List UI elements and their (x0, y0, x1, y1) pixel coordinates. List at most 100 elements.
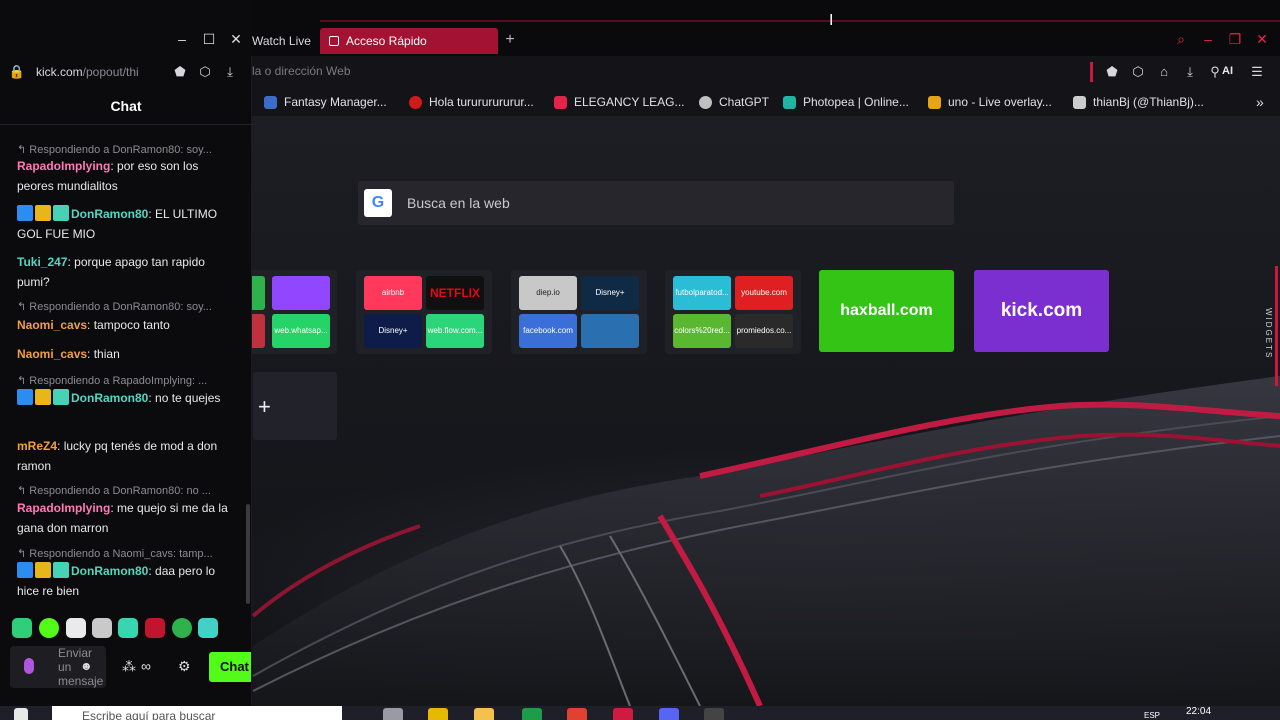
x-icon (1073, 96, 1086, 109)
new-tab-button[interactable]: + (502, 32, 518, 48)
gear-icon[interactable]: ⚙ (178, 658, 191, 675)
browser-icon[interactable] (613, 708, 633, 720)
taskbar-app-icon[interactable] (704, 708, 724, 720)
minimize-button[interactable]: – (1199, 30, 1217, 48)
emote-icon[interactable] (172, 618, 192, 638)
shield-icon[interactable]: ⬟ (1103, 64, 1121, 80)
chat-username[interactable]: RapadoImplying (17, 159, 110, 173)
extensions-icon[interactable]: ⬡ (1129, 64, 1147, 80)
close-button[interactable]: ✕ (227, 30, 245, 48)
close-button[interactable]: ✕ (1253, 30, 1271, 48)
plus-icon: + (258, 394, 271, 419)
bookmark-item[interactable]: thianBj (@ThianBj)... (1073, 95, 1204, 109)
more-bookmarks-icon[interactable]: » (1256, 94, 1264, 110)
widgets-toggle[interactable]: WIDGETS (1255, 308, 1273, 359)
moderator-badge-icon[interactable] (17, 562, 33, 578)
tab-acceso-rapido[interactable]: Acceso Rápido (320, 28, 498, 54)
download-icon[interactable]: ⤓ (1181, 64, 1199, 80)
emote-icon[interactable] (118, 618, 138, 638)
task-view-icon[interactable] (383, 708, 403, 720)
kick-dial[interactable]: kick.com (974, 270, 1109, 352)
reply-reference[interactable]: ↰ Respondiendo a DonRamon80: soy... (17, 300, 237, 313)
bookmark-item[interactable]: ChatGPT (699, 95, 769, 109)
restore-button[interactable]: ❐ (1226, 30, 1244, 48)
infinity-icon[interactable]: ∞ (141, 658, 151, 674)
crown-badge-icon[interactable] (35, 389, 51, 405)
send-chat-button[interactable]: Chat (209, 652, 251, 682)
language-indicator[interactable]: ESP (1144, 711, 1160, 720)
emote-bar (12, 618, 244, 640)
emote-icon[interactable] (66, 618, 86, 638)
emote-icon[interactable] (198, 618, 218, 638)
tab-watch-live[interactable]: Watch Live (242, 28, 312, 54)
extensions-icon[interactable]: ⬡ (196, 64, 214, 80)
separator: : (148, 391, 156, 405)
separator: : (57, 439, 64, 453)
minimize-button[interactable]: – (173, 30, 191, 48)
taskbar-app-icon[interactable] (428, 708, 448, 720)
menu-icon[interactable]: ☰ (1248, 64, 1266, 80)
bookmark-icon (264, 96, 277, 109)
speed-dial-folder[interactable]: diep.io Disney+ facebook.com (511, 270, 647, 354)
separator: : (148, 207, 156, 221)
bookmark-item[interactable]: Photopea | Online... (783, 95, 909, 109)
chat-username[interactable]: DonRamon80 (71, 564, 148, 578)
download-icon[interactable]: ⤓ (221, 64, 239, 80)
chat-url[interactable]: kick.com/popout/thi (36, 65, 139, 79)
emote-icon[interactable] (145, 618, 165, 638)
emote-icon[interactable] (12, 618, 32, 638)
subscriber-badge-icon[interactable] (53, 205, 69, 221)
clock[interactable]: 22:04 (1186, 706, 1211, 717)
discord-icon[interactable] (659, 708, 679, 720)
diep-tile: diep.io (519, 276, 577, 310)
moderator-badge-icon[interactable] (17, 205, 33, 221)
chat-username[interactable]: DonRamon80 (71, 207, 148, 221)
chat-username[interactable]: Tuki_247 (17, 255, 67, 269)
emote-icon[interactable] (92, 618, 112, 638)
mic-icon[interactable] (24, 658, 34, 674)
bookmark-item[interactable]: Hola turururururur... (409, 95, 534, 109)
subscriber-badge-icon[interactable] (53, 389, 69, 405)
reply-reference[interactable]: ↰ Respondiendo a DonRamon80: soy... (17, 143, 237, 156)
emoji-icon[interactable]: ☻ (80, 659, 93, 673)
taskbar-search[interactable]: Escribe aquí para buscar (52, 706, 342, 720)
reply-reference[interactable]: ↰ Respondiendo a DonRamon80: no ... (17, 484, 237, 497)
bookmark-item[interactable]: ELEGANCY LEAG... (554, 95, 685, 109)
address-input[interactable]: la o dirección Web (252, 64, 351, 78)
chat-username[interactable]: Naomi_cavs (17, 347, 87, 361)
emote-icon[interactable] (39, 618, 59, 638)
speed-dial-folder[interactable]: airbnb NETFLIX Disney+ web.flow.com... (356, 270, 492, 354)
chat-username[interactable]: Naomi_cavs (17, 318, 87, 332)
screen: Watch Live Acceso Rápido + ⌕ – ❐ ✕ la o … (0, 0, 1280, 720)
folder-icon[interactable] (474, 708, 494, 720)
add-speed-dial-button[interactable]: + (253, 372, 337, 440)
uno-icon (928, 96, 941, 109)
crown-badge-icon[interactable] (35, 205, 51, 221)
shield-icon[interactable]: ⬟ (171, 64, 189, 80)
windows-start-icon[interactable] (14, 708, 28, 720)
reply-text: Respondiendo a DonRamon80: soy... (29, 144, 212, 156)
ai-button[interactable]: AI (1222, 65, 1233, 77)
chrome-icon[interactable] (567, 708, 587, 720)
subscriber-badge-icon[interactable] (53, 562, 69, 578)
reply-reference[interactable]: ↰ Respondiendo a Naomi_cavs: tamp... (17, 547, 237, 560)
chat-username[interactable]: DonRamon80 (71, 391, 148, 405)
maximize-button[interactable]: ☐ (200, 30, 218, 48)
chat-username[interactable]: RapadoImplying (17, 501, 110, 515)
moderator-badge-icon[interactable] (17, 389, 33, 405)
web-search-box[interactable]: G Busca en la web (358, 181, 954, 225)
emote-menu-icon[interactable]: ⁂ (122, 658, 136, 675)
reply-reference[interactable]: ↰ Respondiendo a RapadoImplying: ... (17, 374, 237, 387)
bookmark-item[interactable]: uno - Live overlay... (928, 95, 1052, 109)
separator: : (110, 159, 118, 173)
text-cursor-icon: I (829, 12, 834, 29)
taskbar-app-icon[interactable] (522, 708, 542, 720)
chat-username[interactable]: mReZ4 (17, 439, 57, 453)
crown-badge-icon[interactable] (35, 562, 51, 578)
profile-icon[interactable]: ⌂ (1155, 64, 1173, 80)
bookmark-item[interactable]: Fantasy Manager... (264, 95, 387, 109)
speed-dial-folder[interactable]: futbolparatod... youtube.com colors%20re… (665, 270, 801, 354)
scrollbar[interactable] (246, 504, 250, 604)
haxball-dial[interactable]: haxball.com (819, 270, 954, 352)
search-icon[interactable]: ⌕ (1172, 30, 1190, 48)
